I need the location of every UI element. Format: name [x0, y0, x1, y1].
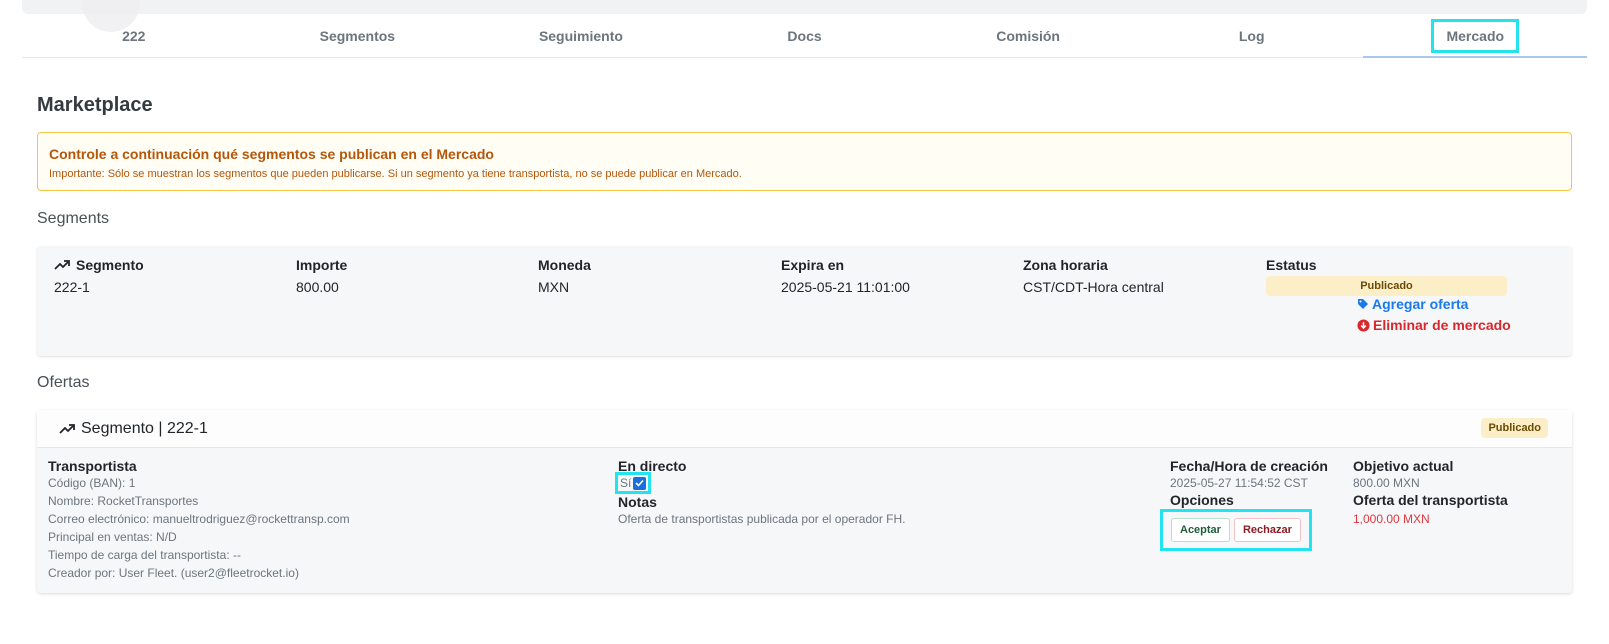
amount-value: 800.00 — [296, 279, 339, 295]
alert-title: Controle a continuación qué segmentos se… — [49, 146, 494, 162]
tab-mercado[interactable]: Mercado — [1363, 14, 1587, 58]
direct-title: En directo — [618, 458, 687, 474]
offer-status-badge: Publicado — [1481, 418, 1548, 438]
tab-seguimiento[interactable]: Seguimiento — [469, 14, 693, 57]
segment-header: Segmento — [54, 256, 144, 274]
carrier-sales: Principal en ventas: N/D — [48, 530, 177, 544]
carrier-offer-value: 1,000.00 MXN — [1353, 512, 1430, 526]
offer-card-header: Segmento | 222-1 Publicado — [37, 410, 1572, 448]
segment-column: Segmento 222-1 — [54, 256, 144, 295]
trending-up-icon — [59, 423, 75, 434]
currency-column: Moneda MXN — [538, 256, 591, 295]
amount-header: Importe — [296, 257, 348, 273]
remove-from-market-link[interactable]: Eliminar de mercado — [1357, 317, 1511, 333]
offers-section-title: Ofertas — [37, 374, 90, 391]
options-title: Opciones — [1170, 492, 1234, 508]
currency-value: MXN — [538, 279, 570, 295]
status-header: Estatus — [1266, 257, 1317, 273]
tab-label: Segmentos — [319, 27, 396, 44]
segments-section-title: Segments — [37, 210, 110, 227]
add-offer-link[interactable]: Agregar oferta — [1357, 296, 1468, 312]
carrier-offer-title: Oferta del transportista — [1353, 492, 1508, 508]
tab-label: Mercado — [1431, 18, 1520, 53]
expires-header: Expira en — [781, 257, 845, 273]
offer-card-title: Segmento | 222-1 — [81, 419, 208, 437]
created-title: Fecha/Hora de creación — [1170, 458, 1328, 474]
carrier-title: Transportista — [48, 458, 137, 474]
tab-log[interactable]: Log — [1140, 14, 1364, 57]
warning-alert: Controle a continuación qué segmentos se… — [37, 132, 1572, 191]
tab-label: Log — [1238, 27, 1265, 44]
offer-card-body: Transportista Código (BAN): 1 Nombre: Ro… — [37, 448, 1572, 593]
created-value: 2025-05-27 11:54:52 CST — [1170, 476, 1308, 490]
amount-column: Importe 800.00 — [296, 256, 347, 295]
check-icon — [635, 479, 644, 487]
tab-label: Comisión — [996, 27, 1060, 44]
carrier-load-time: Tiempo de carga del transportista: -- — [48, 548, 241, 562]
expires-value: 2025-05-21 11:01:00 — [781, 279, 910, 295]
direct-checkbox[interactable] — [633, 476, 647, 490]
accept-button[interactable]: Aceptar — [1171, 518, 1230, 542]
segment-header-label: Segmento — [76, 257, 144, 273]
tag-icon — [1358, 299, 1368, 309]
top-header-bar — [22, 0, 1587, 14]
trending-up-icon — [54, 260, 70, 270]
direct-value: Sí — [620, 476, 632, 490]
remove-from-market-label: Eliminar de mercado — [1373, 317, 1511, 333]
target-title: Objetivo actual — [1353, 458, 1454, 474]
tab-222[interactable]: 222 — [22, 14, 246, 57]
page-title: Marketplace — [37, 94, 153, 116]
alert-text: Importante: Sólo se muestran los segment… — [49, 168, 742, 180]
tab-segmentos[interactable]: Segmentos — [246, 14, 470, 57]
carrier-email: Correo electrónico: manueltrodriguez@roc… — [48, 512, 350, 526]
tab-docs[interactable]: Docs — [693, 14, 917, 57]
tab-label: 222 — [122, 27, 146, 44]
status-column: Estatus Publicado — [1266, 256, 1507, 296]
offer-card: Segmento | 222-1 Publicado Transportista… — [37, 410, 1572, 593]
timezone-column: Zona horaria CST/CDT-Hora central — [1023, 256, 1164, 295]
carrier-info: Transportista Código (BAN): 1 Nombre: Ro… — [48, 458, 350, 582]
timezone-value: CST/CDT-Hora central — [1023, 279, 1164, 295]
tab-label: Docs — [787, 27, 822, 44]
tab-label: Seguimiento — [538, 27, 623, 44]
offer-creator: Creador por: User Fleet. (user2@fleetroc… — [48, 566, 299, 580]
created-and-options: Fecha/Hora de creación 2025-05-27 11:54:… — [1160, 458, 1328, 551]
direct-checkbox-wrapper[interactable]: Sí — [614, 472, 652, 494]
segment-value: 222-1 — [54, 279, 90, 295]
reject-button[interactable]: Rechazar — [1233, 518, 1301, 542]
tab-comision[interactable]: Comisión — [916, 14, 1140, 57]
add-offer-label: Agregar oferta — [1372, 296, 1469, 312]
carrier-name: Nombre: RocketTransportes — [48, 494, 199, 508]
segment-card: Segmento 222-1 Importe 800.00 Moneda MXN… — [37, 246, 1572, 356]
expires-column: Expira en 2025-05-21 11:01:00 — [781, 256, 910, 295]
target-and-carrier-offer: Objetivo actual 800.00 MXN Oferta del tr… — [1353, 458, 1508, 528]
direct-and-notes: En directo Sí Notas Oferta de transporti… — [614, 458, 906, 528]
status-badge: Publicado — [1266, 276, 1507, 296]
currency-header: Moneda — [538, 257, 591, 273]
timezone-header: Zona horaria — [1023, 257, 1108, 273]
tab-bar: 222 Segmentos Seguimiento Docs Comisión … — [22, 14, 1587, 58]
target-value: 800.00 MXN — [1353, 476, 1420, 490]
carrier-code: Código (BAN): 1 — [48, 476, 136, 490]
arrow-circle-down-icon — [1357, 318, 1370, 332]
offer-actions: Aceptar Rechazar — [1160, 509, 1312, 551]
notes-title: Notas — [618, 494, 657, 510]
notes-text: Oferta de transportistas publicada por e… — [618, 512, 906, 526]
